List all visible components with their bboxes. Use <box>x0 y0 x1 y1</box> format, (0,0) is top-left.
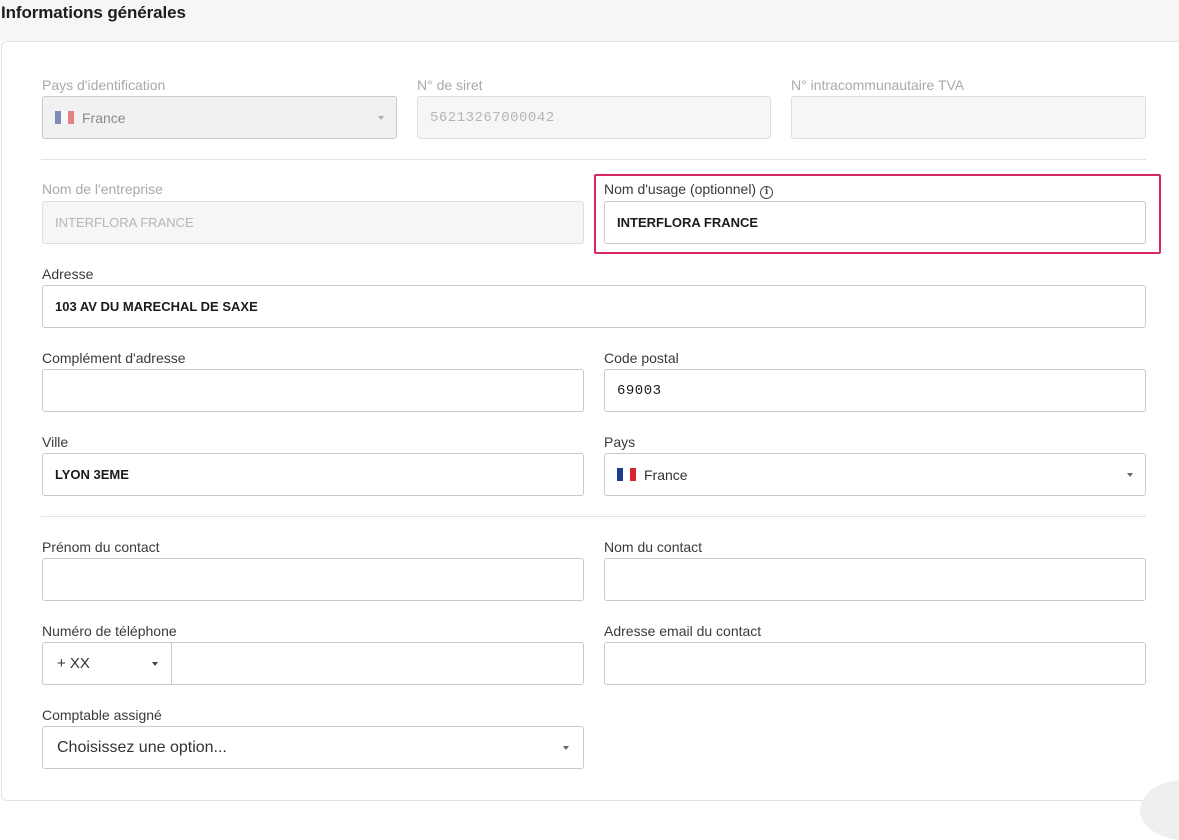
phone-number-input[interactable] <box>171 642 584 685</box>
pays-select[interactable]: France <box>604 453 1146 496</box>
france-flag-icon <box>617 468 636 481</box>
pays-identification-value: France <box>82 109 126 126</box>
prenom-contact-input[interactable] <box>42 558 584 601</box>
nom-entreprise-value: INTERFLORA FRANCE <box>55 215 194 230</box>
phone-prefix-select[interactable]: + XX <box>42 642 172 685</box>
nom-usage-input[interactable]: INTERFLORA FRANCE <box>604 201 1146 244</box>
telephone-label: Numéro de téléphone <box>42 623 177 639</box>
siret-label: N° de siret <box>417 77 483 93</box>
tva-field[interactable] <box>791 96 1146 139</box>
nom-contact-input[interactable] <box>604 558 1146 601</box>
divider <box>41 159 1146 160</box>
chevron-down-icon <box>378 115 384 120</box>
info-icon[interactable]: i <box>760 186 774 199</box>
chevron-down-icon <box>1127 472 1133 477</box>
adresse-input[interactable]: 103 AV DU MARECHAL DE SAXE <box>42 285 1146 328</box>
nom-usage-label-text: Nom d'usage (optionnel) <box>604 181 757 197</box>
nom-entreprise-field[interactable]: INTERFLORA FRANCE <box>42 201 584 244</box>
pays-identification-label: Pays d'identification <box>42 77 166 93</box>
general-info-card <box>1 41 1179 840</box>
nom-usage-label: Nom d'usage (optionnel) i <box>604 181 774 199</box>
ville-input[interactable]: LYON 3EME <box>42 453 584 496</box>
adresse-label: Adresse <box>42 266 94 282</box>
france-flag-icon <box>55 111 74 124</box>
comptable-placeholder: Choisissez une option... <box>57 738 227 756</box>
chevron-down-icon <box>563 745 569 750</box>
phone-prefix-value: + XX <box>57 655 90 672</box>
nom-entreprise-label: Nom de l'entreprise <box>42 181 163 197</box>
complement-label: Complément d'adresse <box>42 350 186 366</box>
adresse-value: 103 AV DU MARECHAL DE SAXE <box>55 299 258 314</box>
pays-label: Pays <box>604 434 636 450</box>
ville-value: LYON 3EME <box>55 467 129 482</box>
siret-value: 56213267000042 <box>430 109 555 126</box>
code-postal-label: Code postal <box>604 350 679 366</box>
pays-identification-select[interactable]: France <box>42 96 397 139</box>
chevron-down-icon <box>152 661 158 666</box>
comptable-label: Comptable assigné <box>42 707 162 723</box>
nom-usage-value: INTERFLORA FRANCE <box>617 215 759 230</box>
email-contact-input[interactable] <box>604 642 1146 685</box>
divider <box>41 516 1146 517</box>
comptable-select[interactable]: Choisissez une option... <box>42 726 584 769</box>
tva-label: N° intracommunautaire TVA <box>791 77 965 93</box>
section-title: Informations générales <box>1 3 186 22</box>
prenom-contact-label: Prénom du contact <box>42 539 160 555</box>
siret-field[interactable]: 56213267000042 <box>417 96 771 139</box>
corner-decoration <box>1140 780 1179 840</box>
pays-value: France <box>644 466 688 483</box>
code-postal-value: 69003 <box>617 382 662 399</box>
nom-contact-label: Nom du contact <box>604 539 703 555</box>
code-postal-input[interactable]: 69003 <box>604 369 1146 412</box>
ville-label: Ville <box>42 434 69 450</box>
section-header: Informations générales <box>0 0 1179 41</box>
email-contact-label: Adresse email du contact <box>604 623 762 639</box>
complement-input[interactable] <box>42 369 584 412</box>
